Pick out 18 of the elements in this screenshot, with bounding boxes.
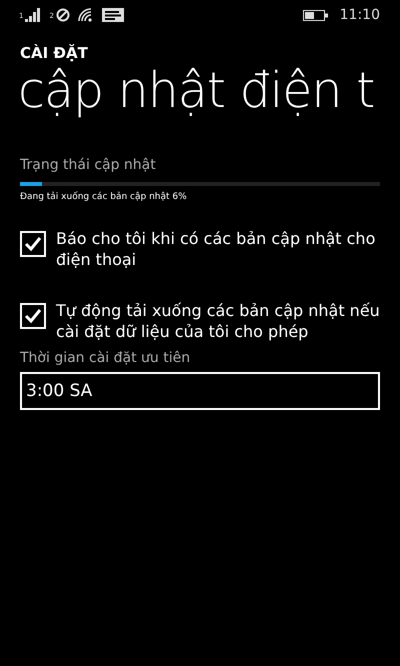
check-icon <box>24 236 42 252</box>
time-picker-field[interactable]: 3:00 SA <box>20 372 380 410</box>
field-label: Thời gian cài đặt ưu tiên <box>20 350 192 366</box>
signal-icon <box>25 8 42 22</box>
status-label: Trạng thái cập nhật <box>20 157 157 173</box>
wifi-icon <box>78 8 94 22</box>
checkbox-label[interactable]: Báo cho tôi khi có các bản cập nhật cho điện thoại <box>56 228 394 270</box>
message-icon <box>102 8 124 22</box>
clock-time: 11:10 <box>340 7 380 23</box>
check-icon <box>24 308 42 324</box>
checkbox[interactable] <box>20 231 46 257</box>
progress-message: Đang tải xuống các bản cập nhật 6% <box>20 192 188 202</box>
app-title: CÀI ĐẶT <box>20 43 89 63</box>
no-signal-icon <box>56 8 70 22</box>
checkbox-label[interactable]: Tự động tải xuống các bản cập nhật nếu cài đặt dữ liệu của tôi cho phép <box>56 300 394 342</box>
battery-icon <box>302 10 328 20</box>
page-title: cập nhật điện t <box>18 63 376 119</box>
checkbox[interactable] <box>20 303 46 329</box>
